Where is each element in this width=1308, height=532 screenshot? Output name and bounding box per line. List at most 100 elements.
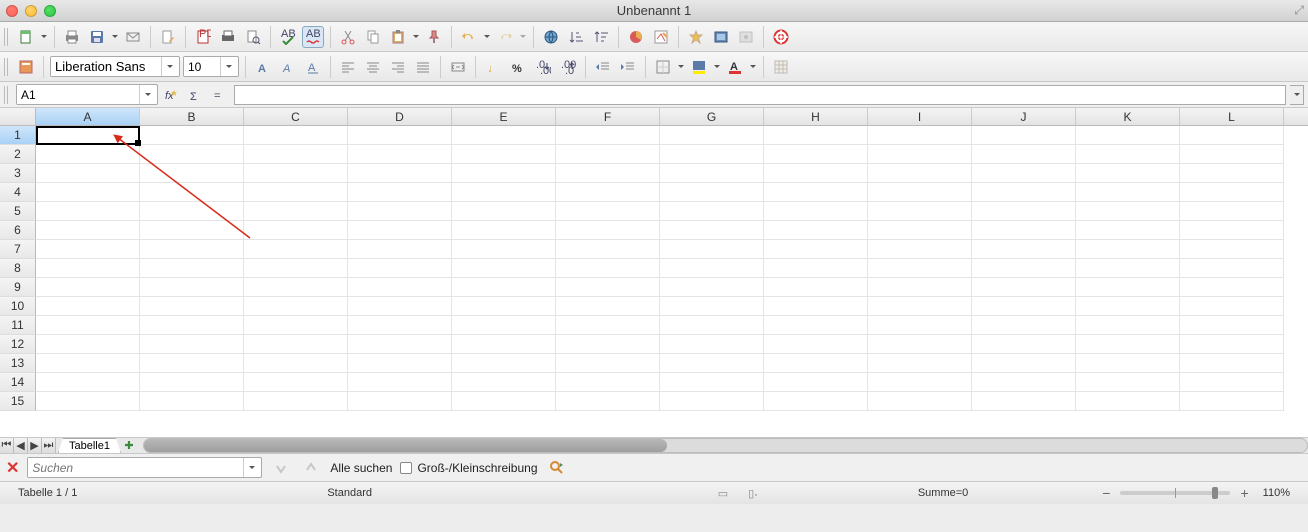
cell[interactable] [452, 145, 556, 164]
cell[interactable] [244, 145, 348, 164]
cell[interactable] [244, 164, 348, 183]
cell[interactable] [348, 373, 452, 392]
cell[interactable] [972, 145, 1076, 164]
cell[interactable] [140, 183, 244, 202]
window-expand-icon[interactable]: ⤢ [1294, 3, 1304, 18]
zoom-window-button[interactable] [44, 5, 56, 17]
cell[interactable] [972, 278, 1076, 297]
cell[interactable] [868, 297, 972, 316]
spreadsheet-grid[interactable]: A B C D E F G H I J K L 1234567891011121… [0, 108, 1308, 438]
cell[interactable] [36, 164, 140, 183]
cell[interactable] [764, 392, 868, 411]
cell[interactable] [972, 259, 1076, 278]
underline-button[interactable]: A [302, 56, 324, 78]
column-header[interactable]: G [660, 108, 764, 125]
cell[interactable] [452, 392, 556, 411]
row-header[interactable]: 6 [0, 221, 36, 240]
zoom-slider[interactable] [1120, 491, 1230, 495]
cell[interactable] [348, 221, 452, 240]
cell[interactable] [1180, 221, 1284, 240]
cell[interactable] [140, 354, 244, 373]
help-button[interactable] [770, 26, 792, 48]
redo-button[interactable] [494, 26, 516, 48]
find-next-button[interactable] [270, 457, 292, 479]
cell[interactable] [972, 221, 1076, 240]
cell[interactable] [1180, 354, 1284, 373]
grid-lines-button[interactable] [770, 56, 792, 78]
zoom-slider-knob[interactable] [1212, 487, 1218, 499]
row-header[interactable]: 9 [0, 278, 36, 297]
font-name-combo[interactable] [50, 56, 180, 77]
cell[interactable] [868, 392, 972, 411]
cell[interactable] [348, 259, 452, 278]
cell[interactable] [764, 240, 868, 259]
cell[interactable] [452, 316, 556, 335]
cell[interactable] [36, 316, 140, 335]
add-decimal-button[interactable]: .0.00 [532, 56, 554, 78]
cell[interactable] [348, 202, 452, 221]
page-style-label[interactable]: Standard [317, 487, 382, 499]
row-header[interactable]: 10 [0, 297, 36, 316]
cell[interactable] [764, 126, 868, 145]
cell[interactable] [1076, 126, 1180, 145]
font-size-input[interactable] [184, 57, 220, 76]
cell[interactable] [36, 221, 140, 240]
font-color-button[interactable]: A [724, 56, 746, 78]
cell[interactable] [452, 183, 556, 202]
cell[interactable] [244, 259, 348, 278]
italic-button[interactable]: A [277, 56, 299, 78]
email-button[interactable] [122, 26, 144, 48]
paste-button[interactable] [387, 26, 409, 48]
cell[interactable] [972, 297, 1076, 316]
cell[interactable] [764, 259, 868, 278]
row-header[interactable]: 3 [0, 164, 36, 183]
sort-asc-button[interactable] [565, 26, 587, 48]
background-color-dropdown[interactable] [713, 62, 721, 71]
cell[interactable] [140, 297, 244, 316]
font-name-dropdown[interactable] [161, 57, 177, 76]
cell[interactable] [556, 278, 660, 297]
cell[interactable] [556, 373, 660, 392]
cell[interactable] [764, 221, 868, 240]
cell[interactable] [1180, 183, 1284, 202]
cell[interactable] [348, 335, 452, 354]
cell[interactable] [244, 316, 348, 335]
cell[interactable] [660, 240, 764, 259]
horizontal-scrollbar[interactable] [143, 438, 1308, 453]
cell[interactable] [1076, 202, 1180, 221]
cell[interactable] [140, 202, 244, 221]
close-window-button[interactable] [6, 5, 18, 17]
save-dropdown[interactable] [111, 32, 119, 41]
column-header[interactable]: A [36, 108, 140, 125]
print-preview-button[interactable] [242, 26, 264, 48]
cell[interactable] [660, 183, 764, 202]
find-all-button[interactable]: Alle suchen [330, 461, 392, 475]
format-paintbrush-button[interactable] [423, 26, 445, 48]
cell[interactable] [764, 354, 868, 373]
cell[interactable] [244, 335, 348, 354]
cell[interactable] [36, 126, 140, 145]
sheet-tab[interactable]: Tabelle1 [58, 438, 121, 453]
styles-button[interactable] [15, 56, 37, 78]
cell[interactable] [36, 297, 140, 316]
name-box[interactable] [16, 84, 158, 105]
edit-document-button[interactable] [157, 26, 179, 48]
add-sheet-button[interactable]: ✚ [121, 438, 137, 453]
cell[interactable] [348, 126, 452, 145]
borders-dropdown[interactable] [677, 62, 685, 71]
row-header[interactable]: 13 [0, 354, 36, 373]
cell[interactable] [1076, 316, 1180, 335]
function-wizard-button[interactable]: fx [162, 85, 182, 105]
save-button[interactable] [86, 26, 108, 48]
row-header[interactable]: 15 [0, 392, 36, 411]
cell[interactable] [972, 164, 1076, 183]
cell[interactable] [556, 240, 660, 259]
cell[interactable] [244, 202, 348, 221]
merge-cells-button[interactable] [447, 56, 469, 78]
cell[interactable] [348, 297, 452, 316]
column-header[interactable]: J [972, 108, 1076, 125]
column-header[interactable]: K [1076, 108, 1180, 125]
cell[interactable] [1180, 259, 1284, 278]
cell[interactable] [1076, 297, 1180, 316]
cell[interactable] [556, 392, 660, 411]
